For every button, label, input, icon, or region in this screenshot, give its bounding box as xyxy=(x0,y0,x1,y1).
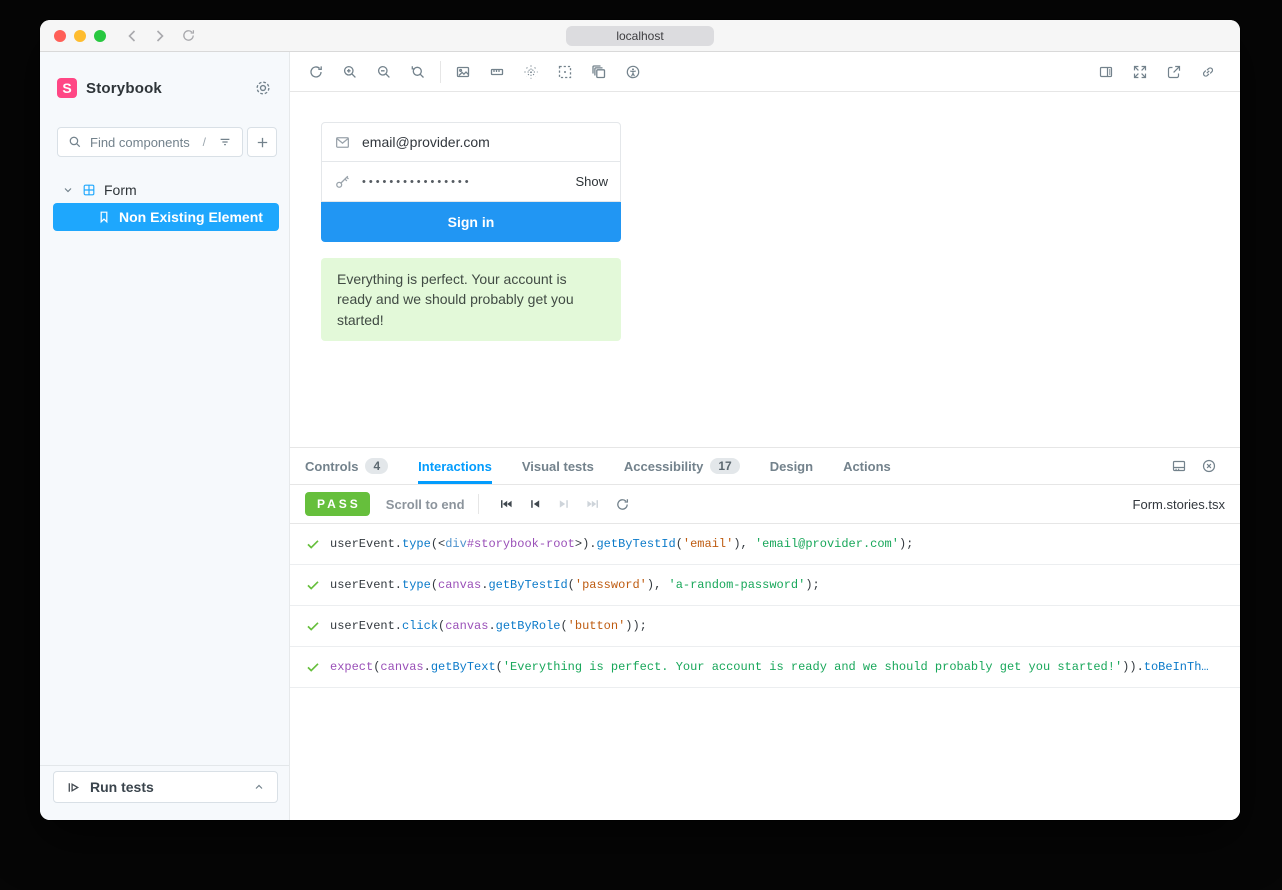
scroll-to-end-button[interactable]: Scroll to end xyxy=(386,497,465,512)
minimize-window-button[interactable] xyxy=(74,29,86,42)
remount-icon[interactable] xyxy=(302,58,330,86)
brand-title[interactable]: Storybook xyxy=(86,80,162,97)
story-filename: Form.stories.tsx xyxy=(1132,496,1225,512)
story-label: Non Existing Element xyxy=(119,209,263,225)
reload-icon[interactable] xyxy=(178,26,198,46)
vision-simulator-icon[interactable] xyxy=(619,58,647,86)
bookmark-icon xyxy=(97,210,111,224)
go-to-end-button[interactable] xyxy=(579,490,608,518)
component-icon xyxy=(82,183,96,197)
search-input[interactable]: Find components / xyxy=(57,127,243,157)
tab-accessibility[interactable]: Accessibility 17 xyxy=(624,448,740,484)
interaction-step-row[interactable]: userEvent.type(<div#storybook-root>).get… xyxy=(290,524,1240,565)
rerun-icon[interactable] xyxy=(608,490,637,518)
signin-form: email@provider.com •••••••••••••••• Show… xyxy=(321,122,621,341)
interaction-rows: userEvent.type(<div#storybook-root>).get… xyxy=(290,524,1240,688)
go-to-start-button[interactable] xyxy=(492,490,521,518)
go-back-button[interactable] xyxy=(521,490,550,518)
tab-count-badge: 4 xyxy=(365,458,389,474)
check-icon xyxy=(305,659,321,675)
grid-icon[interactable] xyxy=(517,58,545,86)
chevron-up-icon[interactable] xyxy=(253,781,265,793)
search-icon xyxy=(68,135,82,149)
check-icon xyxy=(305,536,321,552)
storybook-logo[interactable]: S xyxy=(57,78,77,98)
viewport-icon[interactable] xyxy=(585,58,613,86)
measure-icon[interactable] xyxy=(483,58,511,86)
group-label: Form xyxy=(104,182,137,198)
step-code: expect(canvas.getByText('Everything is p… xyxy=(330,660,1209,674)
zoom-reset-icon[interactable] xyxy=(404,58,432,86)
sidebar-footer-divider xyxy=(40,765,289,766)
tab-interactions[interactable]: Interactions xyxy=(418,448,492,484)
password-value: •••••••••••••••• xyxy=(362,175,472,188)
browser-window: localhost S Storybook Find components / xyxy=(40,20,1240,820)
panel-tabs: Controls 4 Interactions Visual tests Acc… xyxy=(290,447,1240,485)
envelope-icon xyxy=(334,134,351,151)
toolbar-divider xyxy=(440,60,441,83)
plus-icon xyxy=(255,135,270,150)
success-message: Everything is perfect. Your account is r… xyxy=(321,258,621,341)
email-field[interactable]: email@provider.com xyxy=(321,122,621,162)
step-code: userEvent.type(canvas.getByTestId('passw… xyxy=(330,578,820,592)
canvas-toolbar xyxy=(290,52,1240,92)
story-canvas: email@provider.com •••••••••••••••• Show… xyxy=(290,92,1240,447)
address-bar[interactable]: localhost xyxy=(566,26,714,46)
panel-position-icon[interactable] xyxy=(1165,452,1193,480)
close-panel-icon[interactable] xyxy=(1195,452,1223,480)
password-field[interactable]: •••••••••••••••• Show xyxy=(321,162,621,202)
addon-panel: Controls 4 Interactions Visual tests Acc… xyxy=(290,447,1240,820)
status-badge: PASS xyxy=(305,492,370,516)
zoom-in-icon[interactable] xyxy=(336,58,364,86)
show-password-button[interactable]: Show xyxy=(575,174,608,189)
interactions-toolbar: PASS Scroll to end Form.stories.tsx xyxy=(290,485,1240,524)
tab-visual-tests[interactable]: Visual tests xyxy=(522,448,594,484)
sidebar: S Storybook Find components / Form Non E… xyxy=(40,52,290,820)
run-tests-button[interactable]: Run tests xyxy=(53,771,278,803)
browser-chrome: localhost xyxy=(40,20,1240,52)
back-icon[interactable] xyxy=(122,26,142,46)
search-placeholder: Find components xyxy=(90,134,190,150)
interaction-step-row[interactable]: userEvent.type(canvas.getByTestId('passw… xyxy=(290,565,1240,606)
check-icon xyxy=(305,577,321,593)
panel-toggle-icon[interactable] xyxy=(1092,58,1120,86)
traffic-lights xyxy=(54,29,106,42)
interaction-step-row[interactable]: expect(canvas.getByText('Everything is p… xyxy=(290,647,1240,688)
zoom-window-button[interactable] xyxy=(94,29,106,42)
background-icon[interactable] xyxy=(449,58,477,86)
run-tests-label: Run tests xyxy=(90,779,154,795)
run-tests-icon xyxy=(66,780,81,795)
create-story-button[interactable] xyxy=(247,127,277,157)
interaction-step-row[interactable]: userEvent.click(canvas.getByRole('button… xyxy=(290,606,1240,647)
outline-icon[interactable] xyxy=(551,58,579,86)
tab-controls[interactable]: Controls 4 xyxy=(305,448,389,484)
sign-in-button[interactable]: Sign in xyxy=(321,202,621,242)
preview-area: email@provider.com •••••••••••••••• Show… xyxy=(290,52,1240,820)
fullscreen-icon[interactable] xyxy=(1126,58,1154,86)
close-window-button[interactable] xyxy=(54,29,66,42)
tab-design[interactable]: Design xyxy=(770,448,813,484)
toolbar-divider xyxy=(477,494,479,514)
go-forward-button[interactable] xyxy=(550,490,579,518)
step-code: userEvent.type(<div#storybook-root>).get… xyxy=(330,537,914,551)
sidebar-item-form[interactable]: Form xyxy=(62,180,137,200)
email-value: email@provider.com xyxy=(362,134,490,150)
step-code: userEvent.click(canvas.getByRole('button… xyxy=(330,619,647,633)
open-new-tab-icon[interactable] xyxy=(1160,58,1188,86)
chevron-down-icon[interactable] xyxy=(62,184,74,196)
check-icon xyxy=(305,618,321,634)
gear-icon[interactable] xyxy=(254,79,272,97)
key-icon xyxy=(334,173,351,190)
search-shortcut: / xyxy=(202,135,206,149)
tab-actions[interactable]: Actions xyxy=(843,448,891,484)
copy-link-icon[interactable] xyxy=(1194,58,1222,86)
tab-count-badge: 17 xyxy=(710,458,740,474)
sidebar-item-non-existing-element[interactable]: Non Existing Element xyxy=(53,203,279,231)
forward-icon[interactable] xyxy=(150,26,170,46)
zoom-out-icon[interactable] xyxy=(370,58,398,86)
filter-icon[interactable] xyxy=(218,135,232,149)
